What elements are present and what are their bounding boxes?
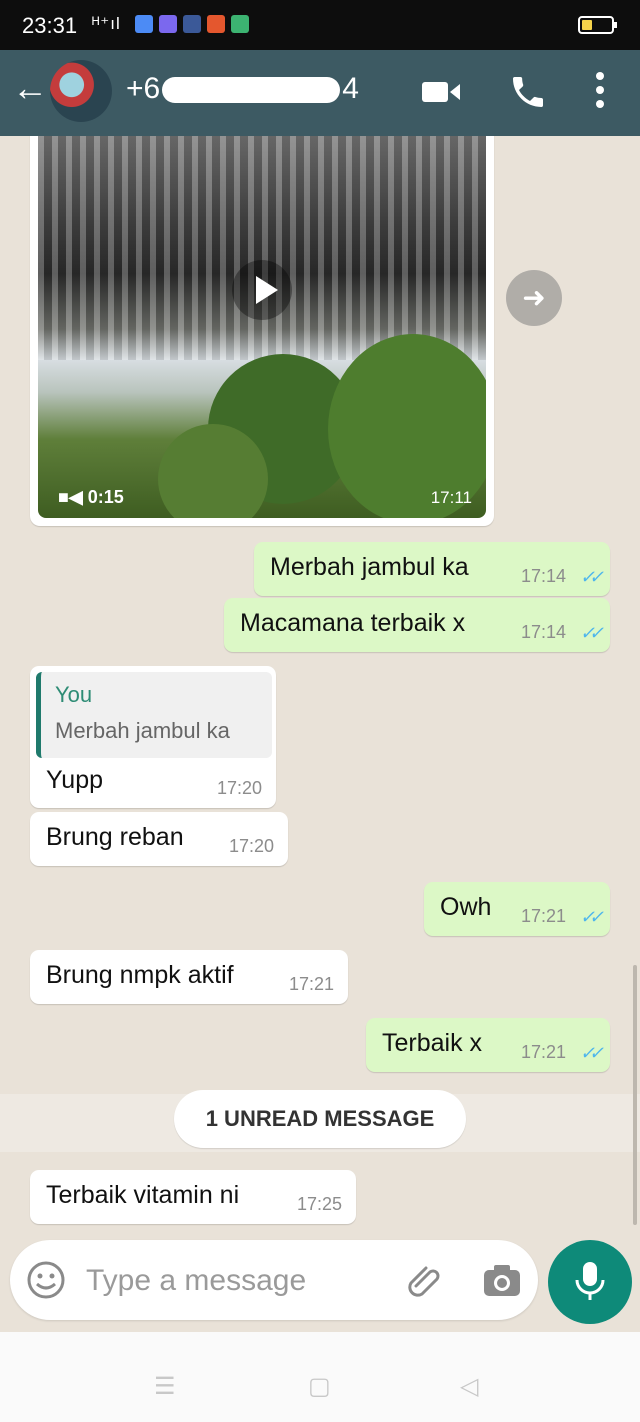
scrollbar[interactable] bbox=[633, 965, 637, 1225]
phone-icon[interactable] bbox=[508, 72, 548, 117]
camera-icon[interactable] bbox=[482, 1262, 522, 1303]
system-nav-bar: ☰ ▢ ◁ bbox=[0, 1332, 640, 1422]
message-text: Terbaik x bbox=[382, 1029, 483, 1057]
message-text: Macamana terbaik x bbox=[240, 609, 466, 637]
emoji-icon[interactable] bbox=[26, 1260, 66, 1305]
message-bubble-reply[interactable]: You Merbah jambul ka Yupp 17:20 bbox=[30, 666, 276, 808]
quote-author: You bbox=[55, 682, 93, 707]
more-vert-icon[interactable] bbox=[590, 68, 610, 117]
message-text: Brung reban bbox=[46, 823, 184, 851]
message-text: Owh bbox=[440, 893, 492, 921]
contact-prefix: +6 bbox=[126, 72, 161, 105]
message-time: 17:20 bbox=[228, 836, 274, 856]
message-composer bbox=[10, 1240, 538, 1320]
message-time: 17:20 bbox=[216, 778, 262, 798]
video-duration: ■◀ 0:15 bbox=[58, 487, 124, 507]
read-receipt-icon: ✓✓ bbox=[579, 1043, 604, 1063]
battery-icon bbox=[578, 16, 617, 34]
message-bubble[interactable]: Brung nmpk aktif 17:21 bbox=[30, 950, 348, 1004]
notification-icons bbox=[135, 15, 249, 33]
message-time: 17:21 bbox=[520, 906, 566, 926]
back-arrow-icon[interactable]: ← bbox=[12, 70, 48, 106]
redaction-mask bbox=[162, 77, 341, 104]
video-thumbnail[interactable]: ■◀ 0:15 17:11 bbox=[38, 136, 486, 518]
play-icon[interactable] bbox=[232, 260, 292, 320]
status-bar: 23:31 ᴴ⁺ıl bbox=[0, 0, 640, 50]
message-bubble[interactable]: Owh 17:21 ✓✓ bbox=[424, 882, 610, 936]
message-time: 17:14 bbox=[520, 622, 566, 642]
message-bubble[interactable]: Brung reban 17:20 bbox=[30, 812, 288, 866]
message-time: 17:14 bbox=[520, 566, 566, 586]
message-text: Yupp bbox=[46, 766, 104, 794]
read-receipt-icon: ✓✓ bbox=[579, 907, 604, 927]
messenger-icon bbox=[159, 15, 177, 33]
message-bubble[interactable]: Merbah jambul ka 17:14 ✓✓ bbox=[254, 542, 610, 596]
home-nav-icon[interactable]: ▢ bbox=[308, 1372, 331, 1401]
message-bubble[interactable]: Macamana terbaik x 17:14 ✓✓ bbox=[224, 598, 610, 652]
message-time: 17:21 bbox=[520, 1042, 566, 1062]
read-receipt-icon: ✓✓ bbox=[579, 623, 604, 643]
video-message[interactable]: ■◀ 0:15 17:11 bbox=[30, 136, 494, 526]
mic-button[interactable] bbox=[548, 1240, 632, 1324]
message-text: Brung nmpk aktif bbox=[46, 961, 234, 989]
message-time: 17:21 bbox=[288, 974, 334, 994]
unread-messages-badge: 1 UNREAD MESSAGE bbox=[174, 1090, 466, 1148]
chrome-icon bbox=[135, 15, 153, 33]
status-time: 23:31 bbox=[22, 13, 78, 38]
back-nav-icon[interactable]: ◁ bbox=[460, 1372, 478, 1401]
app-notification-icon bbox=[207, 15, 225, 33]
video-call-icon[interactable] bbox=[420, 72, 462, 117]
contact-avatar[interactable] bbox=[50, 60, 112, 122]
chat-header: ← +6 4 bbox=[0, 50, 640, 136]
quoted-message[interactable]: You Merbah jambul ka bbox=[36, 672, 272, 758]
video-camera-icon: ■◀ bbox=[58, 487, 88, 507]
forward-icon[interactable]: ➜ bbox=[506, 270, 562, 326]
message-bubble[interactable]: Terbaik vitamin ni 17:25 bbox=[30, 1170, 356, 1224]
attach-icon[interactable] bbox=[404, 1260, 444, 1305]
menu-nav-icon[interactable]: ☰ bbox=[154, 1372, 176, 1401]
mic-icon bbox=[575, 1262, 605, 1300]
signal-icon: ᴴ⁺ıl bbox=[92, 14, 121, 33]
facebook-icon bbox=[183, 15, 201, 33]
message-text: Merbah jambul ka bbox=[270, 553, 469, 581]
contact-name[interactable]: +6 4 bbox=[126, 72, 359, 106]
download-icon bbox=[231, 15, 249, 33]
message-text: Terbaik vitamin ni bbox=[46, 1181, 240, 1209]
video-time: 17:11 bbox=[430, 488, 472, 507]
message-input[interactable] bbox=[84, 1258, 378, 1304]
quote-text: Merbah jambul ka bbox=[55, 718, 230, 743]
message-bubble[interactable]: Terbaik x 17:21 ✓✓ bbox=[366, 1018, 610, 1072]
contact-suffix: 4 bbox=[342, 72, 359, 105]
chat-area[interactable]: ■◀ 0:15 17:11 ➜ Merbah jambul ka 17:14 ✓… bbox=[0, 136, 640, 1240]
read-receipt-icon: ✓✓ bbox=[579, 567, 604, 587]
message-time: 17:25 bbox=[296, 1194, 342, 1214]
